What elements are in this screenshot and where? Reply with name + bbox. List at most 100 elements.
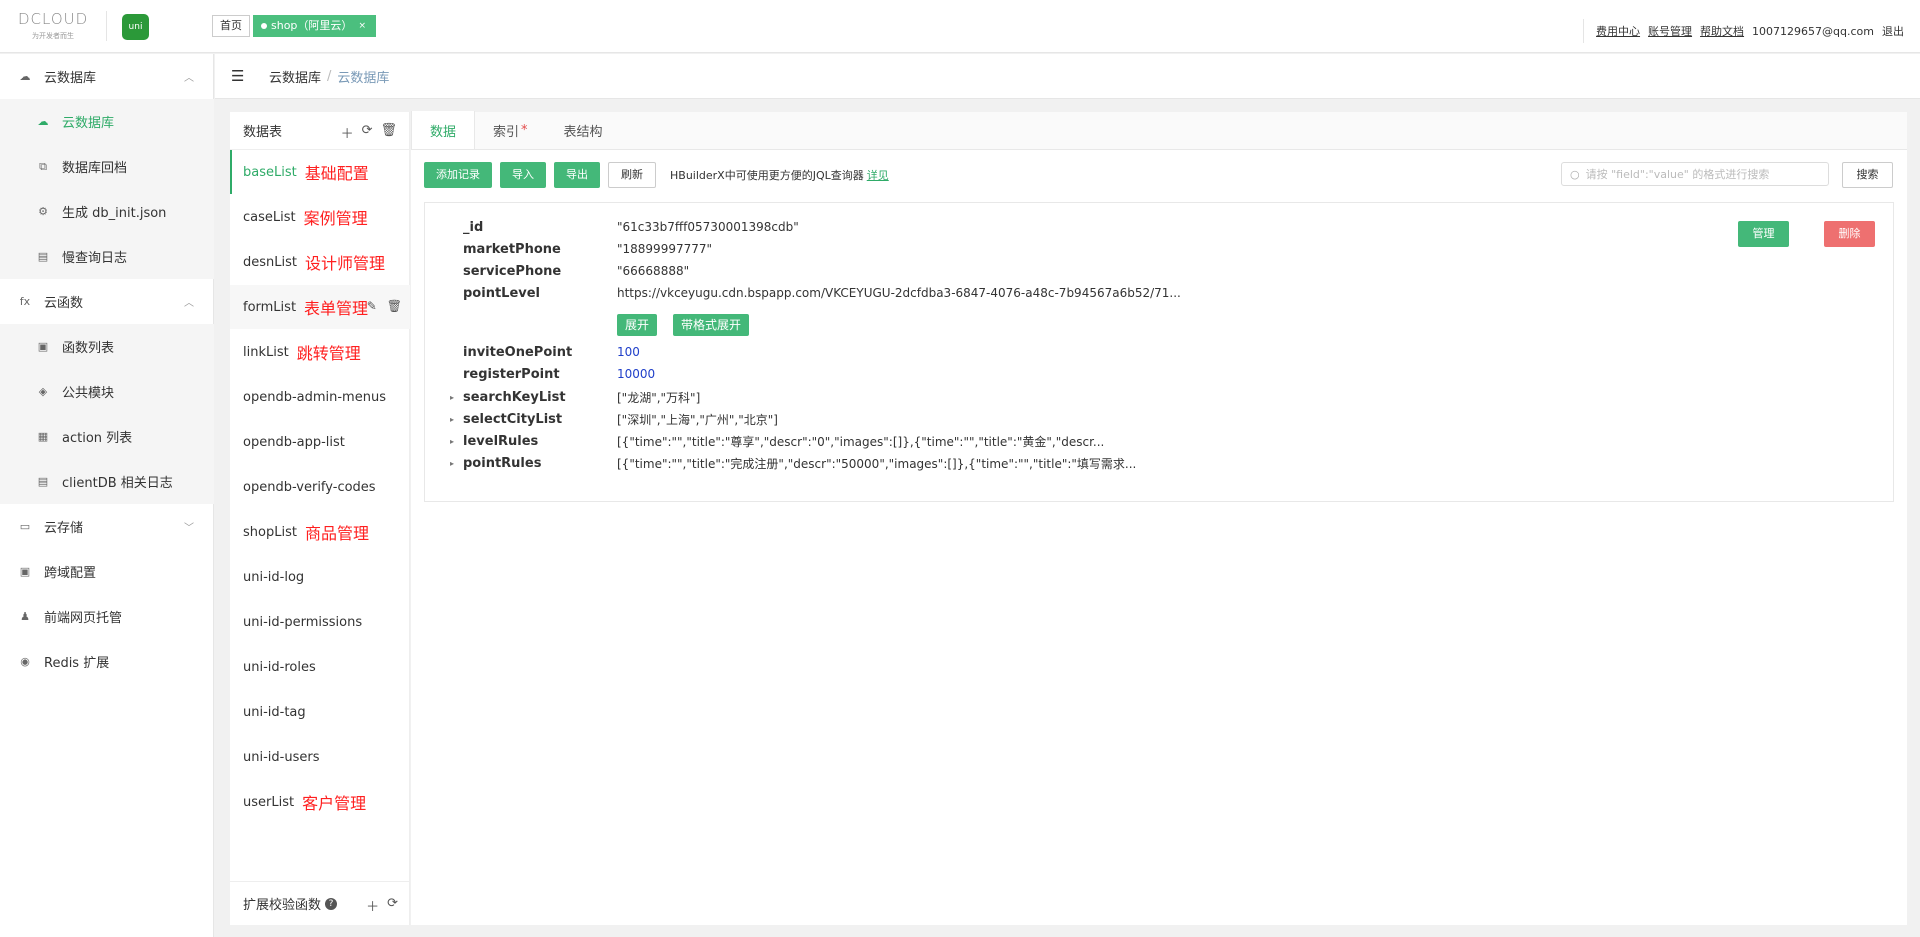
table-item-uni-id-tag[interactable]: uni-id-tag: [230, 690, 410, 734]
dcloud-logo[interactable]: DCLOUD 为开发者而生: [18, 10, 98, 44]
sidebar-group-cloud-db[interactable]: ☁ 云数据库 ︿: [0, 54, 214, 99]
sidebar-item-function-list[interactable]: ▣ 函数列表: [0, 324, 214, 369]
sidebar-item-cors[interactable]: ▣ 跨域配置: [0, 549, 214, 594]
sidebar-item-cloud-db[interactable]: ☁ 云数据库: [0, 99, 214, 144]
field-key: servicePhone: [463, 263, 562, 279]
field-row: pointLevel https://vkceyugu.cdn.bspapp.c…: [425, 282, 1425, 304]
table-name: uni-id-tag: [243, 704, 306, 720]
tab-shop-label: shop（阿里云）: [271, 19, 353, 32]
table-item-uni-id-users[interactable]: uni-id-users: [230, 735, 410, 779]
sidebar-group-cloud-functions[interactable]: fx 云函数 ︿: [0, 279, 214, 324]
sidebar-item-generate-db-init[interactable]: ⚙ 生成 db_init.json: [0, 189, 214, 234]
add-record-button[interactable]: 添加记录: [424, 162, 492, 188]
search-input[interactable]: ○ 请按 "field":"value" 的格式进行搜索: [1561, 162, 1829, 186]
jql-hint-link[interactable]: 详见: [867, 169, 889, 182]
expand-formatted-button[interactable]: 带格式展开: [673, 314, 750, 336]
refresh-icon[interactable]: ⟳: [387, 896, 398, 915]
table-name: uni-id-roles: [243, 659, 316, 675]
refresh-icon[interactable]: ⟳: [362, 123, 373, 142]
field-row[interactable]: ▸ searchKeyList ["龙湖","万科"]: [425, 386, 1425, 408]
table-item-uni-id-permissions[interactable]: uni-id-permissions: [230, 600, 410, 644]
table-item-opendb-admin-menus[interactable]: opendb-admin-menus: [230, 375, 410, 419]
table-item-userList[interactable]: userList 客户管理: [230, 780, 410, 824]
search-placeholder: 请按 "field":"value" 的格式进行搜索: [1585, 168, 1770, 181]
sidebar-item-clientdb-logs[interactable]: ▤ clientDB 相关日志: [0, 459, 214, 504]
help-link[interactable]: 帮助文档: [1700, 23, 1744, 39]
refresh-button[interactable]: 刷新: [608, 162, 656, 188]
table-list-title: 数据表: [243, 125, 283, 140]
sidebar-item-db-backup[interactable]: ⧉ 数据库回档: [0, 144, 214, 189]
sidebar-group-cloud-storage[interactable]: ▭ 云存储 ﹀: [0, 504, 214, 549]
table-item-formList[interactable]: formList 表单管理 ✎ 🗑: [230, 285, 410, 329]
export-button[interactable]: 导出: [554, 162, 600, 188]
tab-home[interactable]: 首页: [212, 15, 250, 37]
billing-link[interactable]: 费用中心: [1596, 23, 1640, 39]
table-item-desnList[interactable]: desnList 设计师管理: [230, 240, 410, 284]
table-item-baseList[interactable]: baseList 基础配置: [230, 150, 410, 194]
sidebar-item-action-list[interactable]: ▦ action 列表: [0, 414, 214, 459]
help-icon[interactable]: ?: [325, 897, 338, 910]
table-item-shopList[interactable]: shopList 商品管理: [230, 510, 410, 554]
field-row[interactable]: ▸ selectCityList ["深圳","上海","广州","北京"]: [425, 408, 1425, 430]
logo-subtitle: 为开发者而生: [32, 32, 74, 40]
tab-data[interactable]: 数据: [411, 111, 476, 149]
table-item-uni-id-log[interactable]: uni-id-log: [230, 555, 410, 599]
import-button[interactable]: 导入: [500, 162, 546, 188]
expand-arrow-icon[interactable]: ▸: [450, 393, 454, 402]
add-icon[interactable]: ＋: [366, 896, 379, 915]
logout-link[interactable]: 退出: [1882, 23, 1904, 39]
search-button[interactable]: 搜索: [1842, 162, 1893, 188]
expand-button[interactable]: 展开: [617, 314, 658, 336]
field-row[interactable]: ▸ pointRules [{"time":"","title":"完成注册",…: [425, 452, 1425, 474]
cloud-db-icon: ☁: [19, 70, 31, 83]
table-list-header: 数据表 ＋ ⟳ 🗑: [230, 112, 409, 150]
close-icon[interactable]: ×: [358, 15, 366, 37]
table-item-linkList[interactable]: linkList 跳转管理: [230, 330, 410, 374]
sidebar-item-label: 云存储: [44, 521, 84, 536]
add-icon[interactable]: ＋: [341, 123, 354, 142]
table-note: 跳转管理: [296, 344, 361, 363]
sidebar-item-common-modules[interactable]: ◈ 公共模块: [0, 369, 214, 414]
tab-schema[interactable]: 表结构: [546, 111, 621, 149]
log-icon: ▤: [37, 250, 49, 263]
delete-button[interactable]: 删除: [1824, 221, 1875, 247]
sidebar-item-label: 数据库回档: [62, 161, 128, 176]
table-item-opendb-app-list[interactable]: opendb-app-list: [230, 420, 410, 464]
edit-icon[interactable]: ✎: [367, 299, 377, 313]
generate-icon: ⚙: [38, 205, 48, 218]
expand-arrow-icon[interactable]: ▸: [450, 415, 454, 424]
divider: [106, 11, 107, 41]
tab-index[interactable]: 索引 *: [475, 111, 546, 149]
field-key: registerPoint: [463, 366, 560, 382]
hosting-icon: ♟: [20, 610, 30, 623]
manage-button[interactable]: 管理: [1738, 221, 1789, 247]
action-icon: ▦: [37, 430, 49, 443]
table-name: desnList: [243, 254, 297, 270]
menu-toggle-icon[interactable]: ☰: [231, 67, 249, 85]
table-item-caseList[interactable]: caseList 案例管理: [230, 195, 410, 239]
trash-icon[interactable]: 🗑: [380, 123, 397, 142]
breadcrumb-parent[interactable]: 云数据库: [269, 67, 321, 86]
field-value: https://vkceyugu.cdn.bspapp.com/VKCEYUGU…: [617, 286, 1181, 300]
tab-shop-space[interactable]: shop（阿里云） ×: [253, 15, 376, 37]
account-email[interactable]: 1007129657@qq.com: [1752, 25, 1874, 38]
sidebar-item-label: 云数据库: [44, 71, 97, 86]
chevron-up-icon: ︿: [184, 73, 194, 84]
table-list-tools: ＋ ⟳ 🗑: [341, 123, 397, 142]
sidebar-item-redis[interactable]: ◉ Redis 扩展: [0, 639, 214, 684]
trash-icon[interactable]: 🗑: [387, 299, 402, 313]
expand-arrow-icon[interactable]: ▸: [450, 459, 454, 468]
table-item-uni-id-roles[interactable]: uni-id-roles: [230, 645, 410, 689]
breadcrumb: ☰ 云数据库 / 云数据库: [215, 54, 1920, 99]
table-item-opendb-verify-codes[interactable]: opendb-verify-codes: [230, 465, 410, 509]
field-key: marketPhone: [463, 241, 561, 257]
sidebar-item-label: 函数列表: [62, 341, 115, 356]
expand-arrow-icon[interactable]: ▸: [450, 437, 454, 446]
account-link[interactable]: 账号管理: [1648, 23, 1692, 39]
sidebar-item-slow-query-log[interactable]: ▤ 慢查询日志: [0, 234, 214, 279]
uni-cloud-icon[interactable]: uni: [122, 14, 149, 40]
field-row[interactable]: ▸ levelRules [{"time":"","title":"尊享","d…: [425, 430, 1425, 452]
field-row: registerPoint 10000: [425, 363, 1425, 385]
field-key: inviteOnePoint: [463, 344, 573, 360]
sidebar-item-web-hosting[interactable]: ♟ 前端网页托管: [0, 594, 214, 639]
